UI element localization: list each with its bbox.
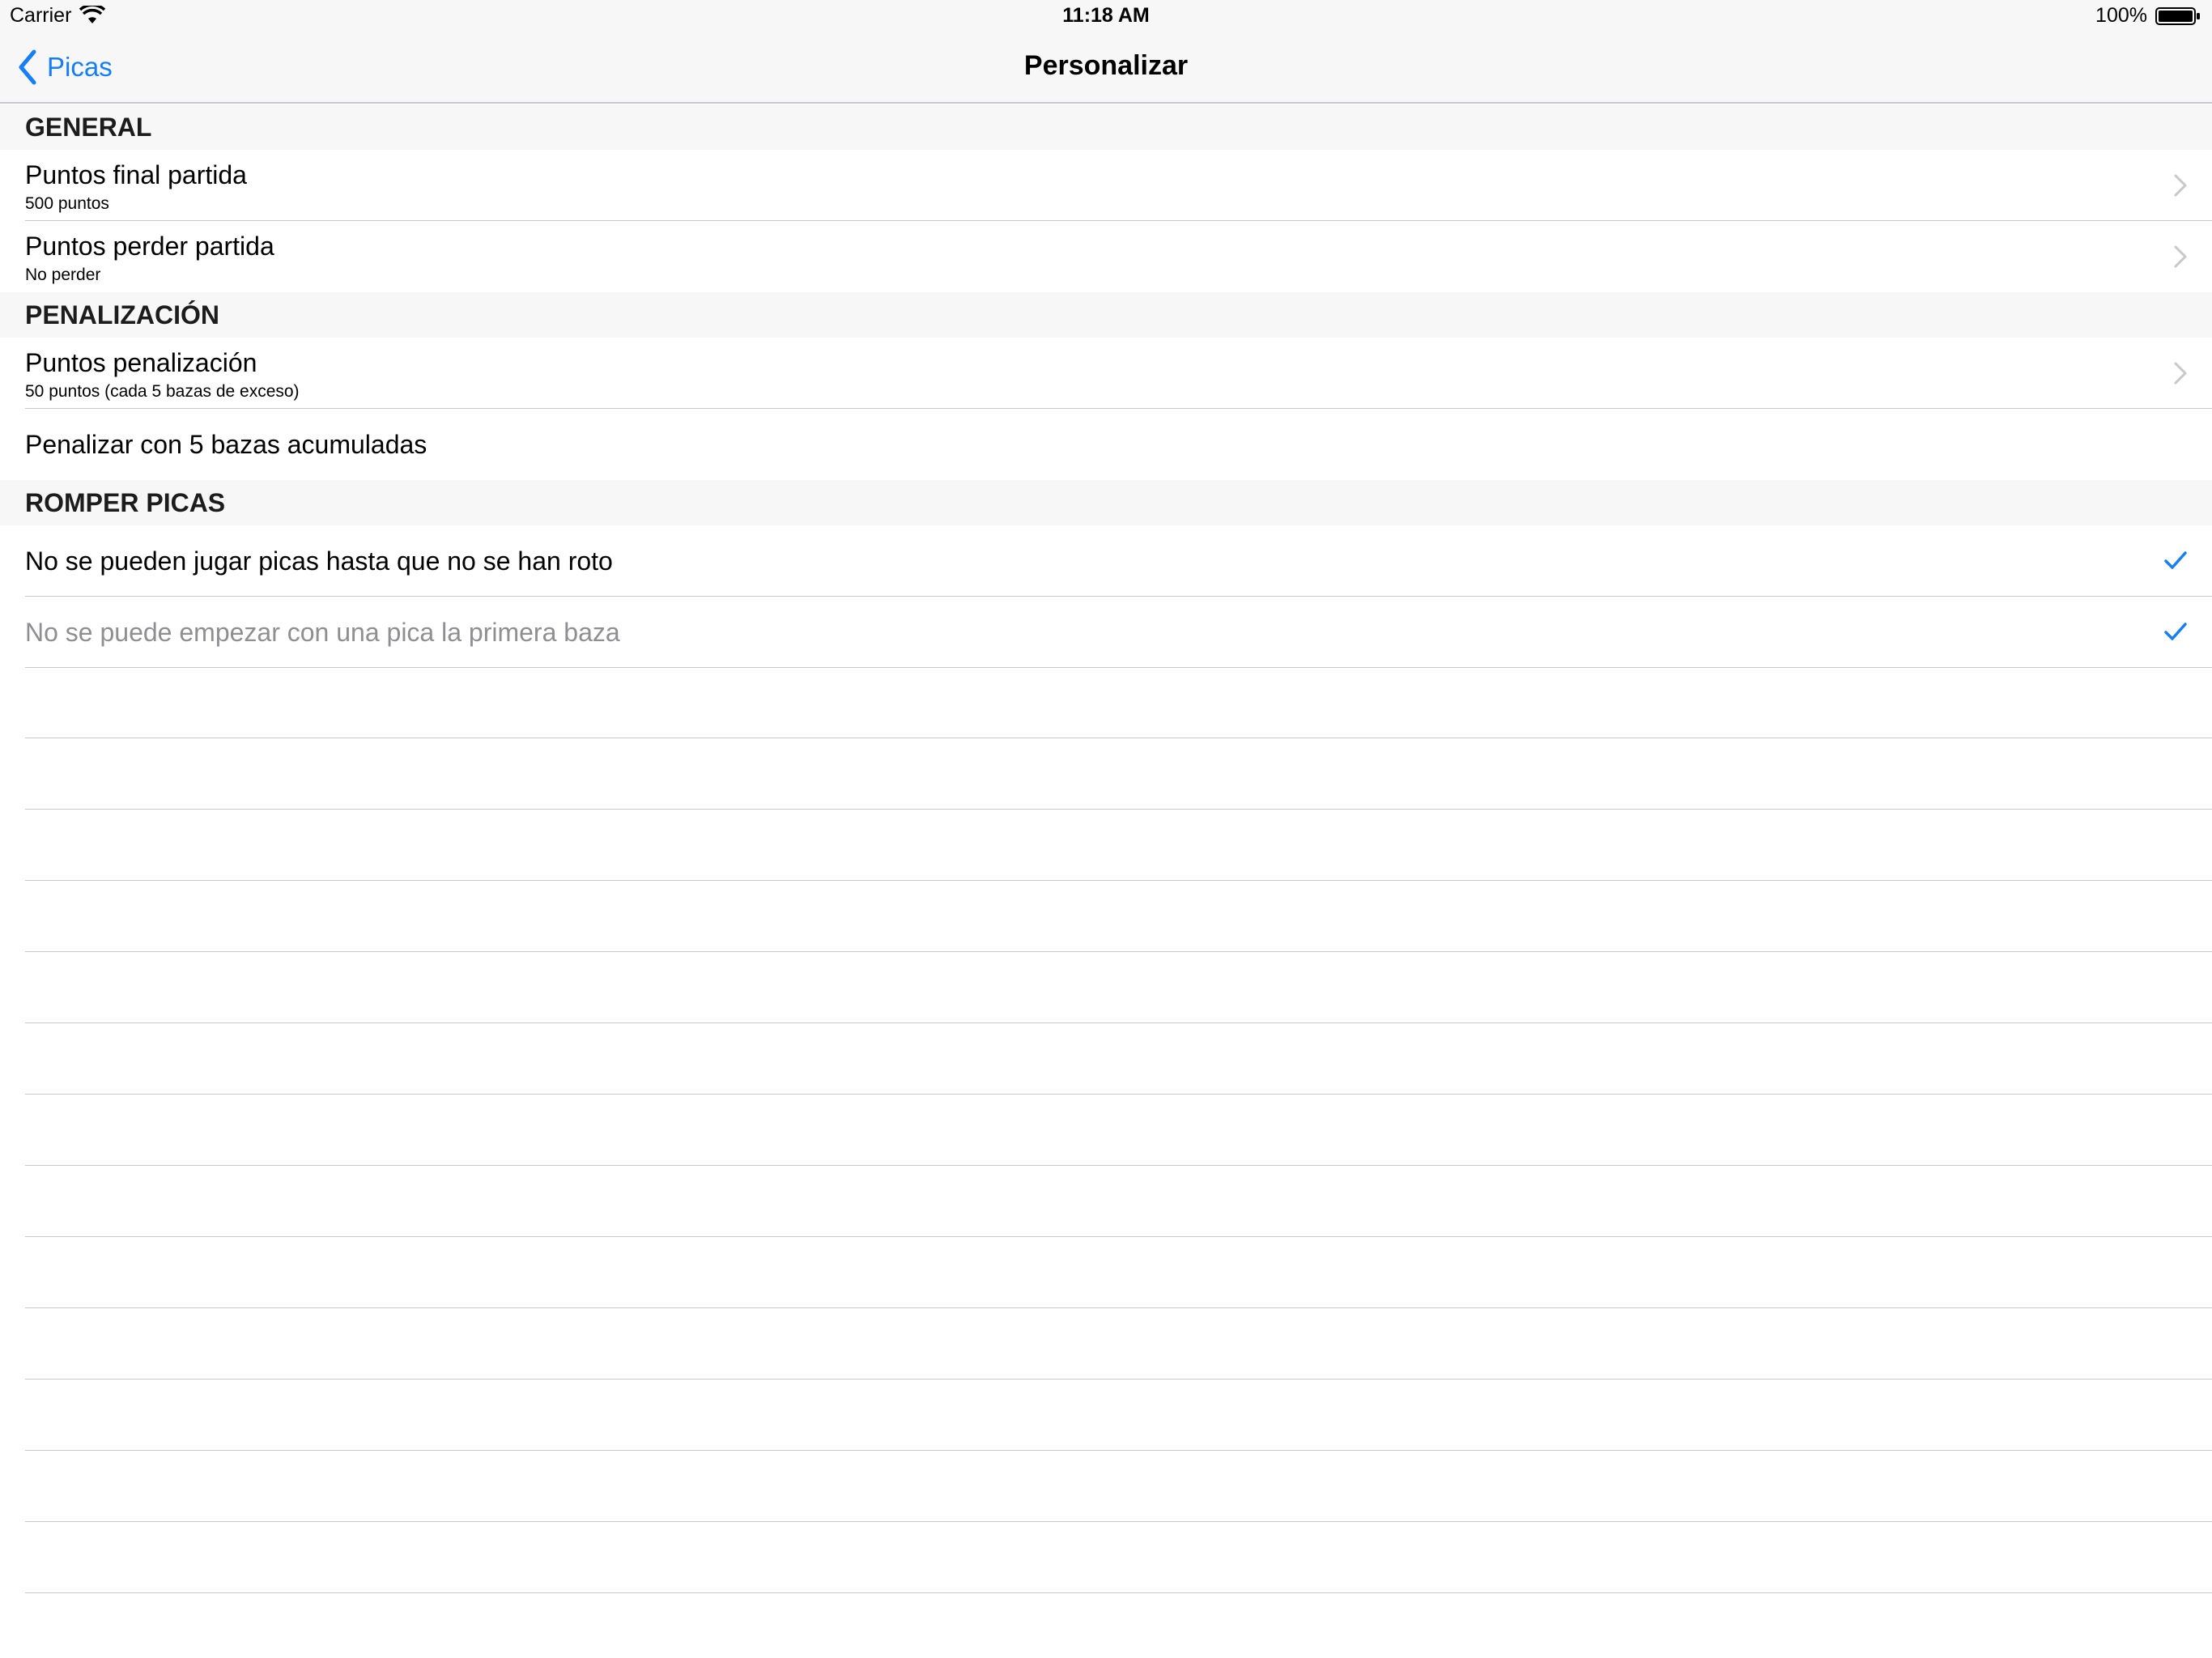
empty-row-separator <box>25 1450 2212 1451</box>
empty-row-separator <box>25 1307 2212 1308</box>
cell-puntos-penalizacion[interactable]: Puntos penalización 50 puntos (cada 5 ba… <box>0 338 2212 409</box>
cell-title: Penalizar con 5 bazas acumuladas <box>25 430 428 459</box>
empty-row-separator <box>25 1094 2212 1095</box>
cell-title: Puntos penalización <box>25 348 257 377</box>
empty-row-separator <box>25 1379 2212 1380</box>
section-header-label: PENALIZACIÓN <box>25 300 219 329</box>
section-header-penalizacion: PENALIZACIÓN <box>0 292 2212 338</box>
empty-row-separator <box>25 1022 2212 1023</box>
cell-puntos-perder-partida[interactable]: Puntos perder partida No perder <box>0 221 2212 292</box>
checkmark-icon <box>2164 551 2187 569</box>
chevron-right-icon <box>2174 362 2187 385</box>
cell-subtitle: 500 puntos <box>25 194 109 213</box>
section-header-label: ROMPER PICAS <box>25 488 226 517</box>
cell-title: Puntos final partida <box>25 160 247 189</box>
page-title: Personalizar <box>1023 50 1189 81</box>
empty-row-separator <box>25 1592 2212 1593</box>
empty-row-separator <box>25 1165 2212 1166</box>
cell-no-empezar-con-pica[interactable]: No se puede empezar con una pica la prim… <box>0 597 2212 668</box>
cell-title: No se puede empezar con una pica la prim… <box>25 618 620 647</box>
chevron-right-icon <box>2174 174 2187 197</box>
cell-no-jugar-picas-hasta-roto[interactable]: No se pueden jugar picas hasta que no se… <box>0 525 2212 597</box>
cell-title: Puntos perder partida <box>25 232 274 261</box>
cell-subtitle: 50 puntos (cada 5 bazas de exceso) <box>25 382 300 401</box>
status-bar: Carrier 11:18 AM 100% <box>0 0 2212 32</box>
separator <box>25 667 2212 668</box>
battery-percentage: 100% <box>2095 4 2147 27</box>
cell-title: No se pueden jugar picas hasta que no se… <box>25 546 613 576</box>
empty-row-separator <box>25 1521 2212 1522</box>
empty-row-separator <box>25 951 2212 952</box>
chevron-right-icon <box>2174 245 2187 268</box>
status-time: 11:18 AM <box>1062 4 1150 27</box>
section-header-romper-picas: ROMPER PICAS <box>0 480 2212 525</box>
cell-subtitle: No perder <box>25 266 101 284</box>
section-header-general: GENERAL <box>0 104 2212 150</box>
section-header-label: GENERAL <box>25 113 152 142</box>
cell-penalizar-5-bazas[interactable]: Penalizar con 5 bazas acumuladas <box>0 409 2212 480</box>
empty-row-separator <box>25 880 2212 881</box>
checkmark-icon <box>2164 623 2187 640</box>
battery-icon <box>2155 7 2200 25</box>
cell-puntos-final-partida[interactable]: Puntos final partida 500 puntos <box>0 150 2212 221</box>
navigation-bar: Picas Personalizar <box>0 32 2212 104</box>
empty-row-separator <box>25 809 2212 810</box>
empty-row-separator <box>25 1236 2212 1237</box>
